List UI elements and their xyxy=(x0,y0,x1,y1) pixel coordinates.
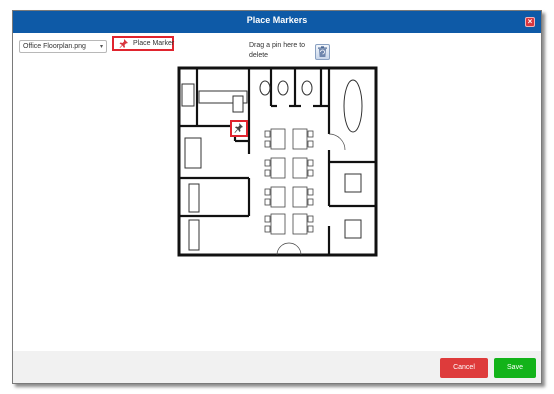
pushpin-icon xyxy=(119,39,128,48)
trash-icon xyxy=(318,46,327,57)
delete-drop-zone[interactable] xyxy=(315,44,330,60)
place-marker-button[interactable]: Place Marker xyxy=(112,36,174,51)
cancel-button[interactable]: Cancel xyxy=(440,358,488,378)
place-marker-label: Place Marker xyxy=(133,40,175,47)
placed-marker[interactable] xyxy=(230,120,248,137)
floorplan-select-value: Office Floorplan.png xyxy=(23,43,86,50)
floorplan-image xyxy=(177,66,378,257)
dialog-title: Place Markers xyxy=(246,15,308,25)
floorplan-select[interactable]: Office Floorplan.png ▾ xyxy=(19,40,107,53)
save-button[interactable]: Save xyxy=(494,358,536,378)
location-pin-icon xyxy=(234,123,243,133)
delete-drop-hint: Drag a pin here to delete xyxy=(249,42,306,59)
dialog-footer: Cancel Save xyxy=(13,351,541,383)
dialog-titlebar: Place Markers × xyxy=(13,11,541,33)
close-icon: × xyxy=(527,17,533,26)
close-button[interactable]: × xyxy=(525,17,535,27)
chevron-down-icon: ▾ xyxy=(99,44,103,50)
place-markers-dialog: Place Markers × Office Floorplan.png ▾ P… xyxy=(12,10,542,384)
